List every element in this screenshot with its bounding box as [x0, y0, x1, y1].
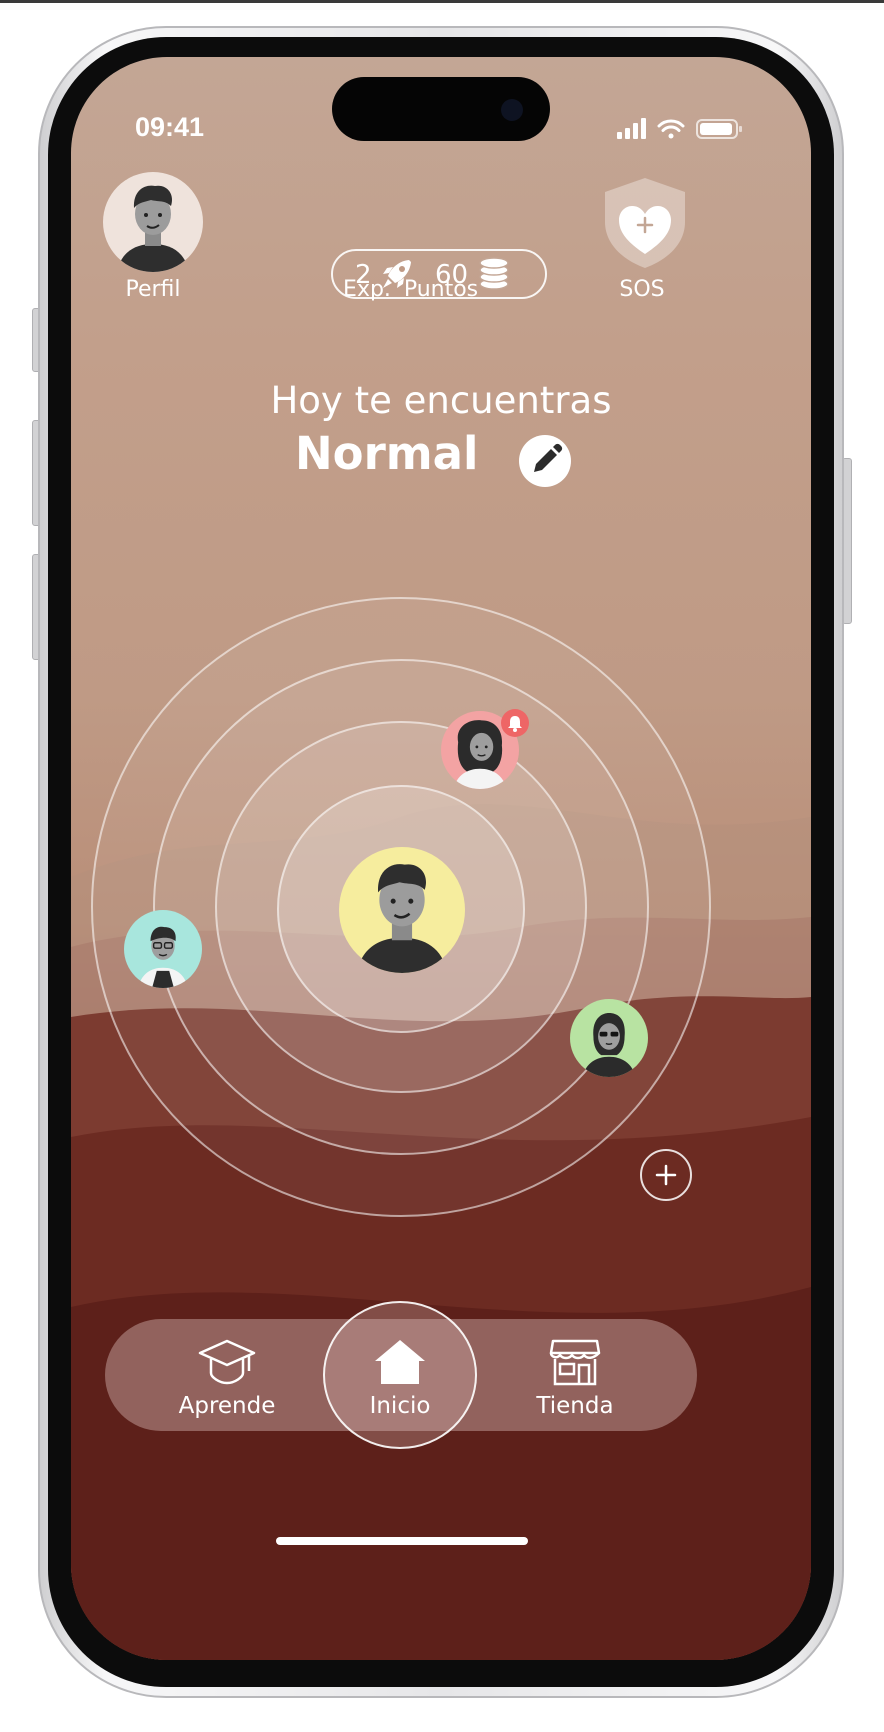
dynamic-island: [332, 77, 550, 141]
nav-store-label: Tienda: [536, 1393, 614, 1419]
nav-learn[interactable]: Aprende: [167, 1337, 287, 1419]
status-icons: [617, 118, 742, 139]
front-camera: [501, 99, 523, 121]
man-avatar-icon: [356, 864, 448, 973]
status-time: 09:41: [135, 112, 205, 142]
signal-icon: [617, 118, 646, 139]
friend-avatar-woman-sunglasses[interactable]: [570, 999, 648, 1077]
mood-intro: Hoy te encuentras: [270, 379, 612, 422]
sos-label[interactable]: SOS: [602, 277, 682, 302]
sos-shield-icon[interactable]: [597, 174, 693, 270]
home-icon: [375, 1340, 425, 1384]
graduation-cap-icon: [198, 1339, 256, 1385]
bell-icon: [508, 716, 522, 732]
edit-mood-button[interactable]: [519, 435, 571, 487]
woman-sunglasses-avatar-icon: [582, 1013, 636, 1077]
user-center-avatar[interactable]: [339, 847, 465, 973]
friend-avatar-man-glasses[interactable]: [124, 910, 202, 988]
nav-store[interactable]: Tienda: [515, 1337, 635, 1419]
add-friend-button[interactable]: [640, 1149, 692, 1201]
man-glasses-avatar-icon: [138, 926, 188, 988]
mood-value: Normal: [295, 427, 479, 480]
nav-learn-label: Aprende: [178, 1393, 276, 1419]
top-border: [0, 0, 884, 3]
phone-screen: 09:41 Perfil 2 60 Exp. Puntos SOS Hoy te…: [71, 57, 811, 1660]
profile-avatar[interactable]: [103, 172, 203, 272]
home-indicator[interactable]: [276, 1537, 528, 1545]
pencil-icon: [534, 443, 563, 472]
wifi-icon: [657, 119, 685, 139]
plus-icon: [655, 1164, 677, 1186]
battery-icon: [696, 119, 742, 139]
store-icon: [549, 1339, 601, 1386]
notification-badge: [501, 709, 529, 737]
profile-label[interactable]: Perfil: [113, 277, 193, 302]
nav-home-label: Inicio: [369, 1393, 431, 1419]
points-label: Puntos: [403, 277, 479, 302]
nav-home[interactable]: Inicio: [340, 1337, 460, 1419]
man-avatar-icon: [117, 185, 189, 272]
